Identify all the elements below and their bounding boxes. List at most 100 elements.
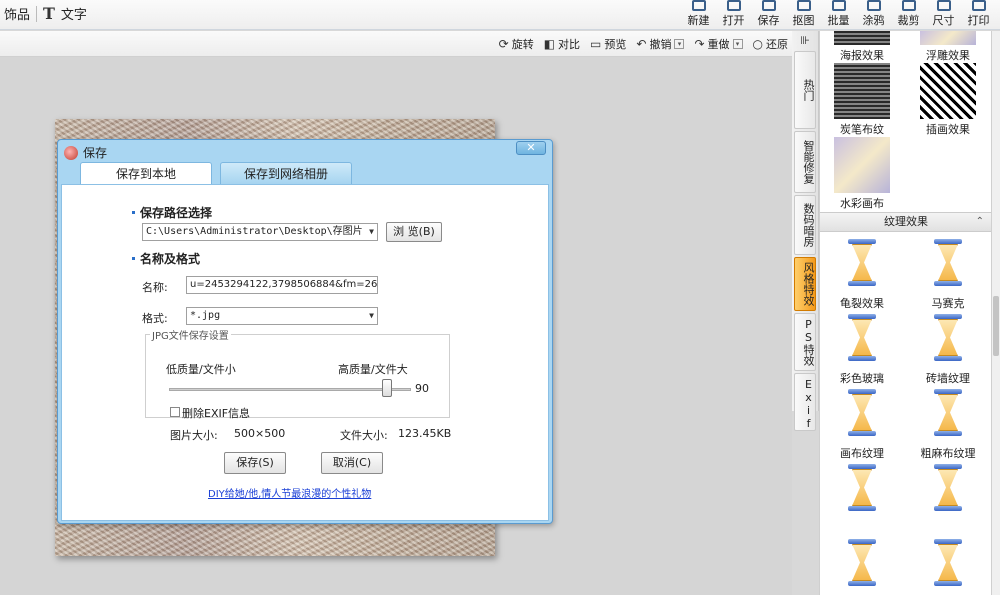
redo-button[interactable]: ↷ 重做 ▾ [694, 36, 743, 52]
low-quality-label: 低质量/文件小 [166, 363, 236, 376]
cutout-icon [796, 0, 811, 11]
crop-button[interactable]: 裁剪 [891, 0, 926, 30]
undo-button[interactable]: ↶ 撤销 ▾ [636, 36, 685, 52]
compare-icon: ◧ [543, 37, 556, 51]
save-button[interactable]: 保存(S) [224, 452, 286, 474]
dialog-titlebar: 保存 [64, 144, 107, 161]
name-section-title: 名称及格式 [132, 250, 200, 267]
menu-separator [36, 5, 38, 22]
quality-value: 90 [415, 382, 429, 395]
loading-hourglass-icon [920, 387, 976, 443]
side-tab-exif[interactable]: Exif [794, 373, 816, 431]
cutout-button[interactable]: 抠图 [786, 0, 821, 30]
effect-charcoal[interactable]: 炭笔布纹 [822, 63, 902, 137]
effect-thumbnail [834, 31, 890, 45]
effect-thumbnail [920, 31, 976, 45]
file-size-label: 文件大小: [340, 429, 388, 442]
side-tab-smart-repair[interactable]: 智能修复 [794, 131, 816, 193]
side-tab-style-effects[interactable]: 风格特效 [794, 257, 816, 311]
undo-dropdown-icon[interactable]: ▾ [674, 39, 685, 49]
chevron-down-icon: ▼ [369, 311, 374, 320]
floppy-icon [761, 0, 776, 11]
side-category-tabs: ⊪ 热门 智能修复 数码暗房 风格特效 PS特效 Exif [792, 31, 819, 431]
loading-hourglass-icon [834, 537, 890, 593]
cancel-button[interactable]: 取消(C) [321, 452, 383, 474]
tab-save-local[interactable]: 保存到本地 [80, 162, 212, 184]
side-tab-ps-effects[interactable]: PS特效 [794, 313, 816, 371]
menu-item-decoration[interactable]: 饰品 [4, 4, 30, 23]
effect-illustration[interactable]: 插画效果 [908, 63, 988, 137]
batch-icon [831, 0, 846, 11]
effect-watercolor[interactable]: 水彩画布 [822, 137, 902, 211]
loading-hourglass-icon [834, 312, 890, 368]
redo-dropdown-icon[interactable]: ▾ [732, 39, 743, 49]
folder-icon [726, 0, 741, 11]
image-size-label: 图片大小: [170, 429, 218, 442]
jpg-settings-group: JPG文件保存设置 低质量/文件小 高质量/文件大 90 删除EXIF信息 [145, 327, 450, 420]
quality-slider[interactable] [169, 388, 411, 391]
save-toolbar-button[interactable]: 保存 [751, 0, 786, 30]
tab-save-online-album[interactable]: 保存到网络相册 [220, 162, 352, 184]
loading-hourglass-icon [920, 312, 976, 368]
new-icon [691, 0, 706, 11]
effect-item[interactable] [822, 462, 902, 520]
undo-icon: ↶ [636, 37, 647, 51]
effect-item[interactable] [822, 537, 902, 595]
save-path-combo[interactable]: C:\Users\Administrator\Desktop\存图片 ▼ [142, 223, 378, 241]
restore-button[interactable]: ○ 还原 [753, 36, 788, 52]
restore-icon: ○ [752, 37, 763, 51]
side-tab-darkroom[interactable]: 数码暗房 [794, 195, 816, 255]
name-label: 名称: [142, 281, 168, 294]
menu-item-text[interactable]: 文字 [61, 4, 87, 23]
dialog-title: 保存 [83, 146, 108, 160]
effect-stained-glass[interactable]: 彩色玻璃 [822, 312, 902, 386]
rotate-button[interactable]: ⟳ 旋转 [499, 36, 534, 52]
new-button[interactable]: 新建 [681, 0, 716, 30]
format-label: 格式: [142, 312, 168, 325]
browse-button[interactable]: 浏 览(B) [386, 222, 442, 242]
effect-thumbnail [920, 63, 976, 119]
resize-button[interactable]: 尺寸 [926, 0, 961, 30]
effect-crackle[interactable]: 龟裂效果 [822, 237, 902, 311]
print-button[interactable]: 打印 [961, 0, 996, 30]
scrollbar-thumb[interactable] [993, 296, 999, 356]
loading-hourglass-icon [834, 237, 890, 293]
path-section-title: 保存路径选择 [132, 204, 212, 221]
effect-emboss[interactable]: 浮雕效果 [908, 31, 988, 63]
remove-exif-checkbox[interactable] [170, 407, 180, 417]
file-size-value: 123.45KB [398, 427, 452, 440]
effects-scrollbar[interactable] [991, 31, 1000, 595]
effect-mosaic[interactable]: 马赛克 [908, 237, 988, 311]
loading-hourglass-icon [920, 237, 976, 293]
top-menu-bar: 饰品 T 文字 新建 打开 保存 抠图 批量 涂鸦 裁剪 尺寸 打印 [0, 0, 1000, 30]
image-size-value: 500×500 [234, 427, 286, 440]
format-select[interactable]: *.jpg ▼ [186, 307, 378, 325]
save-dialog: 保存 ✕ 保存到本地 保存到网络相册 保存路径选择 C:\Users\Admin… [57, 139, 553, 524]
doodle-button[interactable]: 涂鸦 [856, 0, 891, 30]
collapse-panel-icon[interactable]: ⊪ [792, 31, 818, 51]
effect-poster[interactable]: 海报效果 [822, 31, 902, 63]
bullet-icon [132, 211, 135, 214]
menu: 饰品 T 文字 [4, 4, 87, 23]
effect-item[interactable] [908, 462, 988, 520]
side-tab-popular[interactable]: 热门 [794, 51, 816, 129]
printer-icon [971, 0, 986, 11]
close-button[interactable]: ✕ [516, 141, 546, 155]
effect-brick-texture[interactable]: 砖墙纹理 [908, 312, 988, 386]
promo-link[interactable]: DIY给她/他,情人节最浪漫的个性礼物 [208, 485, 371, 500]
remove-exif-label: 删除EXIF信息 [182, 407, 251, 420]
effect-canvas-texture[interactable]: 画布纹理 [822, 387, 902, 461]
file-name-input[interactable]: u=2453294122,3798506884&fm=26&gp=0_ [186, 276, 378, 294]
main-toolbar: 新建 打开 保存 抠图 批量 涂鸦 裁剪 尺寸 打印 [681, 0, 996, 30]
effect-item[interactable] [908, 537, 988, 595]
compare-button[interactable]: ◧ 对比 [544, 36, 580, 52]
batch-button[interactable]: 批量 [821, 0, 856, 30]
chevron-up-icon: ⌃ [975, 216, 984, 227]
texture-section-header[interactable]: 纹理效果 ⌃ [820, 212, 992, 232]
loading-hourglass-icon [920, 537, 976, 593]
effect-burlap-texture[interactable]: 粗麻布纹理 [908, 387, 988, 461]
loading-hourglass-icon [920, 462, 976, 518]
preview-button[interactable]: ▭ 预览 [590, 36, 626, 52]
quality-slider-thumb[interactable] [381, 379, 392, 397]
open-button[interactable]: 打开 [716, 0, 751, 30]
